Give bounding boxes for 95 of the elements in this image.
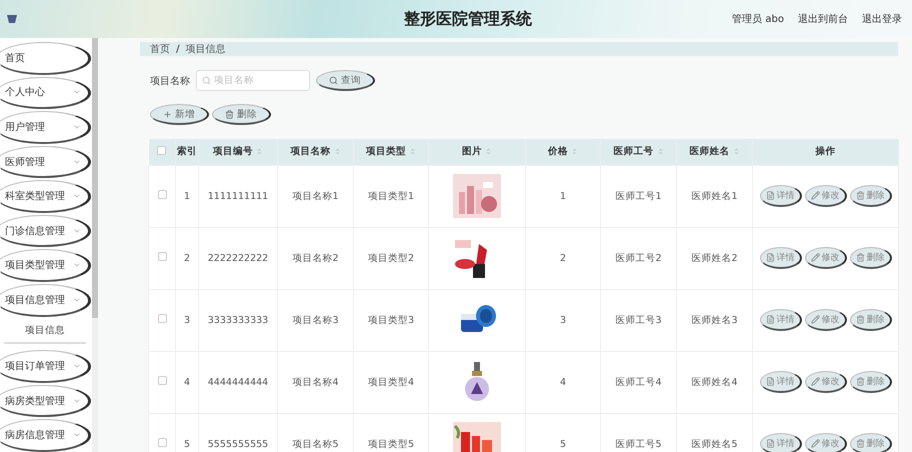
breadcrumb-item: 项目信息 [186, 42, 226, 56]
sort-icon [256, 148, 263, 156]
breadcrumb-separator: / [176, 44, 180, 54]
table-cell: 项目名称3 [292, 314, 339, 326]
checkbox[interactable] [158, 376, 166, 385]
sidebar-item[interactable]: 项目订单管理 [0, 350, 91, 383]
sort-icon [409, 148, 416, 156]
breadcrumb-item[interactable]: 首页 [150, 42, 170, 56]
table-cell: 1111111111 [208, 190, 268, 202]
checkbox[interactable] [158, 314, 166, 323]
pencil-icon [810, 439, 820, 448]
sidebar-item[interactable]: 医师管理 [0, 146, 91, 178]
table-cell: 3333333333 [208, 314, 268, 326]
table-cell: 医师工号4 [615, 376, 662, 388]
table-cell: 医师姓名4 [691, 376, 738, 388]
sidebar-item[interactable]: 病房类型管理 [0, 384, 91, 418]
sidebar-item[interactable]: 病房信息管理 [0, 419, 91, 452]
table-cell: 项目名称5 [292, 438, 339, 450]
column-header[interactable]: 图片 [462, 145, 492, 158]
plus-icon [163, 110, 172, 118]
trash-icon [856, 377, 864, 386]
pencil-icon [810, 377, 820, 386]
table-cell: 医师姓名5 [691, 438, 738, 450]
app-title: 整形医院管理系统 [403, 8, 534, 30]
table-cell: 1 [184, 190, 190, 202]
user-label: 管理员 abo [732, 13, 784, 26]
table-cell: 项目类型3 [368, 314, 414, 326]
table-cell: 项目类型4 [368, 376, 414, 388]
checkbox[interactable] [157, 146, 166, 155]
document-icon [766, 377, 774, 386]
field-label: 项目名称 [150, 74, 190, 88]
sidebar-item[interactable]: 用户管理 [0, 111, 91, 144]
document-icon [766, 191, 774, 200]
table-cell: 2 [560, 252, 566, 264]
table-cell: 4 [184, 376, 190, 388]
sidebar-item[interactable]: 科室类型管理 [0, 180, 91, 213]
table-cell: 2 [184, 252, 190, 264]
checkbox[interactable] [158, 190, 166, 199]
table-cell: 项目名称1 [292, 190, 339, 202]
sidebar-item[interactable]: 门诊信息管理 [0, 214, 91, 248]
trash-icon [856, 315, 864, 324]
add-button[interactable]: 新增 [150, 104, 209, 125]
table-cell: 5 [184, 438, 190, 450]
table-cell: 5 [560, 438, 566, 450]
sidebar-item[interactable]: 项目信息管理 [0, 284, 91, 317]
header-link[interactable]: 退出到前台 [798, 12, 848, 26]
table-cell: 1 [560, 190, 566, 202]
table-cell: 2222222222 [208, 252, 268, 264]
sort-icon [732, 148, 740, 156]
trash-icon [856, 253, 864, 262]
table-cell: 3 [560, 314, 566, 326]
sort-icon [571, 148, 578, 156]
table-cell: 医师姓名1 [691, 190, 738, 202]
table-cell: 项目类型2 [368, 252, 414, 264]
table-cell: 医师工号1 [615, 190, 662, 202]
column-header: 索引 [177, 145, 197, 158]
table-cell: 医师姓名2 [691, 252, 738, 264]
table-cell: 项目名称4 [292, 376, 339, 388]
table-cell: 医师姓名3 [691, 314, 738, 326]
document-icon [766, 315, 774, 324]
column-header: 操作 [816, 145, 836, 158]
trash-icon [856, 191, 864, 200]
document-icon [766, 253, 774, 262]
table-cell: 医师工号2 [615, 252, 662, 264]
sidebar-item[interactable]: 项目类型管理 [0, 249, 91, 282]
table-cell: 3 [184, 314, 190, 326]
search-icon [329, 76, 338, 84]
sort-icon [656, 148, 664, 156]
sort-icon [334, 148, 340, 156]
sort-icon [485, 148, 492, 156]
table-cell: 医师工号3 [615, 314, 662, 326]
checkbox[interactable] [158, 438, 166, 447]
table-cell: 项目名称2 [292, 252, 339, 264]
pencil-icon [810, 191, 820, 200]
table-cell: 项目类型5 [368, 438, 414, 450]
search-button[interactable]: 查询 [316, 70, 375, 91]
sidebar-item[interactable]: 个人中心 [0, 76, 91, 110]
submenu-item[interactable]: 项目信息 [4, 318, 86, 344]
trash-icon [225, 110, 234, 118]
trash-icon [856, 439, 864, 448]
document-icon [766, 439, 774, 448]
scrollbar-thumb[interactable] [92, 38, 98, 318]
header-link[interactable]: 退出登录 [862, 12, 902, 26]
pencil-icon [810, 253, 820, 262]
delete-button[interactable]: 删除 [212, 104, 271, 125]
table-cell: 4444444444 [208, 376, 268, 388]
table-cell: 5555555555 [208, 438, 268, 450]
logo-icon [6, 13, 18, 25]
checkbox[interactable] [158, 252, 166, 261]
pencil-icon [810, 315, 820, 324]
sidebar-item[interactable]: 首页 [0, 42, 91, 75]
table-cell: 4 [560, 376, 566, 388]
search-icon [202, 76, 211, 85]
table-cell: 医师工号5 [615, 438, 662, 450]
table-cell: 项目类型1 [368, 190, 414, 202]
